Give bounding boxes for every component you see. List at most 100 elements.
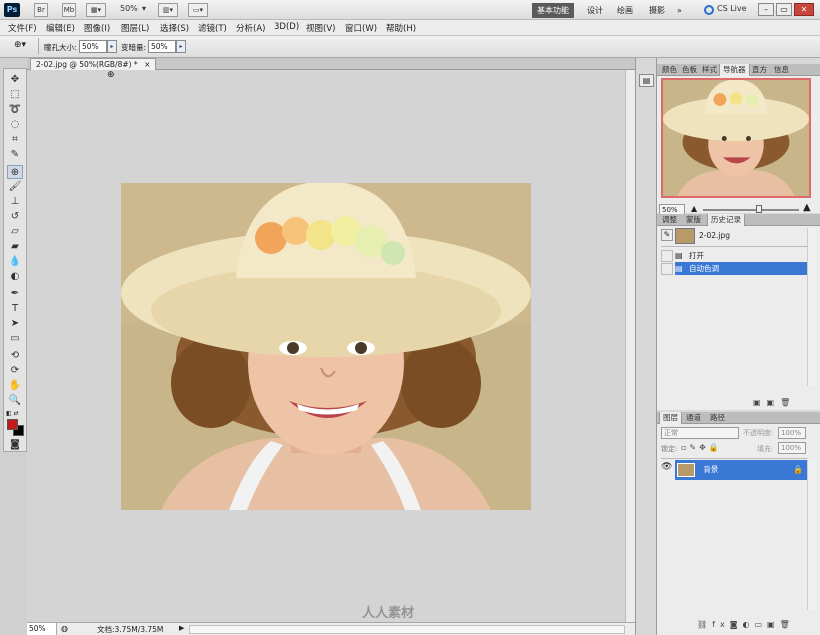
pen-tool-icon[interactable]: ✒: [7, 287, 23, 301]
history-footer-icons[interactable]: ▣▣🗑: [753, 398, 796, 407]
darken-amount-slider-button[interactable]: ▸: [176, 40, 186, 53]
tab-paths[interactable]: 路径: [707, 412, 728, 424]
move-tool-icon[interactable]: ✥: [7, 73, 23, 87]
crop-tool-icon[interactable]: ⌗: [7, 133, 23, 147]
path-selection-tool-icon[interactable]: ➤: [7, 317, 23, 331]
document-image[interactable]: [121, 183, 531, 510]
bridge-button[interactable]: Br: [34, 3, 48, 17]
hand-tool-icon[interactable]: ✋: [7, 379, 23, 393]
zoom-level-dropdown[interactable]: 50%: [120, 4, 138, 13]
tab-histogram[interactable]: 直方: [749, 64, 770, 76]
lock-icons[interactable]: ▫✎✥🔒: [681, 443, 722, 452]
menu-analysis[interactable]: 分析(A): [236, 22, 265, 34]
tab-color[interactable]: 颜色: [659, 64, 680, 76]
workspace-design[interactable]: 设计: [582, 3, 608, 18]
menu-edit[interactable]: 编辑(E): [46, 22, 75, 34]
horizontal-scrollbar[interactable]: [189, 625, 625, 634]
opacity-input[interactable]: 100%: [778, 427, 806, 439]
tab-channels[interactable]: 通道: [683, 412, 704, 424]
maximize-button[interactable]: ▭: [776, 3, 792, 16]
marquee-tool-icon[interactable]: ⬚: [7, 88, 23, 102]
document-tab[interactable]: 2-02.jpg @ 50%(RGB/8#) * ×: [30, 58, 157, 70]
cs-live-button[interactable]: CS Live: [717, 4, 747, 13]
blur-tool-icon[interactable]: 💧: [7, 255, 23, 269]
lasso-tool-icon[interactable]: ➰: [7, 103, 23, 117]
zoom-slider-handle[interactable]: [756, 205, 762, 213]
history-brush-source-box[interactable]: [661, 250, 673, 262]
history-step-selected[interactable]: ▤ 自动色调: [675, 262, 807, 275]
zoom-field[interactable]: 50%: [27, 623, 57, 635]
zoom-in-icon[interactable]: ▲: [803, 202, 811, 213]
default-colors-icon[interactable]: ◧ ⇄: [6, 410, 19, 417]
layers-scrollbar[interactable]: [807, 460, 816, 610]
history-scrollbar[interactable]: [807, 228, 816, 386]
arrange-documents-button[interactable]: ▥▾: [158, 3, 178, 17]
menu-image[interactable]: 图像(I): [84, 22, 110, 34]
layers-footer-icons[interactable]: ⛓fx◙◐▭▣🗑: [697, 620, 795, 629]
status-menu-arrow-icon[interactable]: ▶: [179, 624, 184, 632]
screen-mode-button[interactable]: ▭▾: [188, 3, 208, 17]
red-eye-tool-icon[interactable]: ⊕▾: [14, 40, 36, 53]
tab-adjustments[interactable]: 调整: [659, 214, 680, 226]
status-info-icon[interactable]: ◍: [61, 624, 68, 633]
workspace-painting[interactable]: 绘画: [612, 3, 638, 18]
zoom-tool-icon[interactable]: 🔍: [7, 394, 23, 408]
view-extras-button[interactable]: ▦▾: [86, 3, 106, 17]
dodge-tool-icon[interactable]: ◐: [7, 270, 23, 284]
quick-mask-icon[interactable]: ◙: [7, 438, 23, 452]
tab-layers[interactable]: 图层: [659, 412, 682, 424]
pupil-size-input[interactable]: 50%: [79, 40, 107, 53]
fill-input[interactable]: 100%: [778, 442, 806, 454]
mini-bridge-button[interactable]: Mb: [62, 3, 76, 17]
layer-row[interactable]: 背景 🔒: [675, 460, 807, 480]
tab-masks[interactable]: 蒙版: [683, 214, 704, 226]
clone-stamp-tool-icon[interactable]: ⊥: [7, 195, 23, 209]
menu-filter[interactable]: 滤镜(T): [198, 22, 227, 34]
navigator-preview[interactable]: [661, 78, 811, 198]
history-source-icon[interactable]: ✎: [661, 229, 673, 241]
type-tool-icon[interactable]: T: [7, 302, 23, 316]
shape-tool-icon[interactable]: ▭: [7, 332, 23, 346]
eye-visibility-icon[interactable]: 👁: [661, 462, 672, 472]
history-brush-source-box[interactable]: [661, 263, 673, 275]
menu-window[interactable]: 窗口(W): [345, 22, 377, 34]
close-tab-icon[interactable]: ×: [144, 60, 150, 69]
menu-file[interactable]: 文件(F): [8, 22, 37, 34]
tab-info[interactable]: 信息: [771, 64, 792, 76]
workspace-photography[interactable]: 摄影: [644, 3, 670, 18]
tab-swatches[interactable]: 色板: [679, 64, 700, 76]
snapshot-name[interactable]: 2-02.jpg: [699, 231, 730, 240]
3d-orbit-tool-icon[interactable]: ⟳: [7, 364, 23, 378]
3d-rotate-tool-icon[interactable]: ⟲: [7, 349, 23, 363]
pupil-size-slider-button[interactable]: ▸: [107, 40, 117, 53]
vertical-scrollbar[interactable]: [625, 70, 635, 622]
zoom-out-icon[interactable]: ▲: [691, 204, 697, 213]
eyedropper-tool-icon[interactable]: ✎: [7, 148, 23, 162]
close-button[interactable]: ✕: [794, 3, 814, 16]
foreground-color-swatch[interactable]: [7, 419, 18, 430]
brush-tool-icon[interactable]: 🖌: [7, 180, 23, 194]
blend-mode-dropdown[interactable]: 正常: [661, 427, 739, 439]
history-brush-tool-icon[interactable]: ↺: [7, 210, 23, 224]
gradient-tool-icon[interactable]: ▰: [7, 240, 23, 254]
eraser-tool-icon[interactable]: ▱: [7, 225, 23, 239]
quick-selection-tool-icon[interactable]: ◌: [7, 118, 23, 132]
panel-dock-icon[interactable]: ▤: [639, 74, 654, 87]
history-step[interactable]: ▤ 打开: [675, 249, 807, 262]
menu-select[interactable]: 选择(S): [160, 22, 189, 34]
darken-amount-input[interactable]: 50%: [148, 40, 176, 53]
menu-help[interactable]: 帮助(H): [386, 22, 416, 34]
menu-view[interactable]: 视图(V): [306, 22, 335, 34]
tab-styles[interactable]: 样式: [699, 64, 720, 76]
canvas-area[interactable]: ⊕ 人人素材: [27, 70, 625, 622]
menu-layer[interactable]: 图层(L): [121, 22, 149, 34]
menu-3d[interactable]: 3D(D): [274, 22, 299, 32]
red-eye-tool-icon[interactable]: ⊕: [7, 165, 23, 179]
workspace-essentials[interactable]: 基本功能: [532, 3, 574, 18]
minimize-button[interactable]: –: [758, 3, 774, 16]
navigator-zoom-slider[interactable]: [703, 209, 799, 211]
more-workspaces-button[interactable]: »: [672, 3, 687, 18]
tab-navigator[interactable]: 导航器: [719, 64, 750, 76]
tab-history[interactable]: 历史记录: [707, 214, 745, 226]
snapshot-thumbnail[interactable]: [675, 228, 695, 244]
